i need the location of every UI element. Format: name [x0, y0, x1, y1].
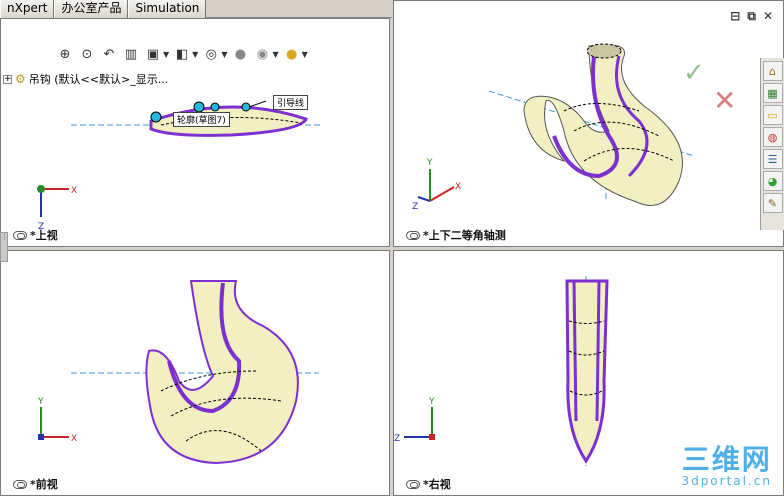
confirm-check-icon[interactable]: ✓ [683, 58, 705, 88]
part-icon: ⚙ [15, 72, 26, 86]
minimize-button[interactable]: ⊟ [730, 9, 740, 24]
svg-text:X: X [71, 186, 77, 196]
zoom-fit-icon[interactable]: ⊕ [56, 46, 74, 62]
home-icon[interactable]: ⌂ [762, 61, 783, 81]
front-view-graphics: X Y [37, 280, 319, 465]
svg-text:Z: Z [394, 434, 400, 444]
part-label: 吊钩 (默认<<默认>_显示... [28, 73, 169, 86]
command-tab-strip: nXpert 办公室产品 Simulation [0, 0, 392, 18]
display-style-icon[interactable]: ◧ [173, 46, 191, 62]
svg-text:X: X [71, 434, 77, 444]
iso-view-graphics: X Y Z [412, 43, 695, 212]
triad-front: X Y [37, 397, 77, 444]
view-label-top: *上视 [13, 227, 58, 243]
triad-top: X Z [37, 185, 77, 232]
point-marker [241, 102, 251, 112]
link-view-icon[interactable] [406, 230, 420, 240]
heads-up-toolbar: ⊕ ⊙ ↶ ▥ ▣ ▼ ◧ ▼ ◎ ▼ ● ◉ ▼ ● ▼ [56, 45, 308, 63]
resources-icon[interactable]: ▦ [762, 83, 783, 103]
svg-text:X: X [455, 182, 461, 192]
section-view-icon[interactable]: ▥ [122, 46, 140, 62]
svg-text:Y: Y [37, 397, 44, 407]
cancel-x-icon[interactable]: ✕ [713, 84, 736, 117]
feature-tree-root[interactable]: + ⚙ 吊钩 (默认<<默认>_显示... [3, 71, 168, 87]
callout-profile: 轮廓(草图7) [173, 112, 230, 127]
apply-scene-icon[interactable]: ◉ [253, 46, 271, 62]
appearance-icon[interactable]: ◕ [762, 171, 783, 191]
triad-iso: X Y Z [412, 158, 461, 212]
point-marker [210, 102, 220, 112]
view-label-isometric: *上下二等角轴测 [406, 227, 506, 243]
custom-props-icon[interactable]: ✎ [762, 193, 783, 213]
link-view-icon[interactable] [406, 479, 420, 489]
callout-guide-line: 引导线 [273, 95, 309, 110]
hide-show-icon[interactable]: ◎ [202, 46, 220, 62]
triad-right: Z Y [394, 397, 435, 444]
task-pane-tabs: ⌂ ▦ ▭ ◍ ☰ ◕ ✎ [760, 58, 784, 230]
previous-view-icon[interactable]: ↶ [100, 46, 118, 62]
render-tools-icon[interactable]: ● [283, 46, 301, 62]
viewport-isometric[interactable]: X Y Z ⊟ ⧉ ✕ *上下二等角轴测 [393, 0, 784, 247]
watermark: 三维网 3dportal.cn [681, 443, 772, 489]
view-orientation-icon[interactable]: ▣ [144, 46, 162, 62]
point-marker [150, 111, 162, 123]
folder-icon[interactable]: ▭ [762, 105, 783, 125]
panel-grip-handle[interactable]: ⋮ [0, 232, 8, 262]
window-controls: ⊟ ⧉ ✕ [730, 9, 773, 24]
close-button[interactable]: ✕ [763, 9, 773, 24]
leader-line [248, 100, 267, 108]
view-label-front: *前视 [13, 476, 58, 492]
design-library-icon[interactable]: ◍ [762, 127, 783, 147]
viewport-front[interactable]: X Y *前视 [0, 250, 390, 496]
tab-office-products[interactable]: 办公室产品 [54, 0, 129, 18]
viewport-top[interactable]: X Z ⊕ ⊙ ↶ ▥ ▣ ▼ ◧ ▼ ◎ ▼ ● ◉ ▼ ● ▼ + ⚙ 吊钩 (默认<… [0, 18, 390, 247]
properties-icon[interactable]: ☰ [762, 149, 783, 169]
restore-button[interactable]: ⧉ [747, 9, 756, 24]
svg-text:Y: Y [428, 397, 435, 407]
edit-appearance-icon[interactable]: ● [231, 46, 249, 62]
view-label-right: *右视 [406, 476, 451, 492]
link-view-icon[interactable] [13, 479, 27, 489]
tab-simulation[interactable]: Simulation [128, 0, 207, 18]
tree-expand-icon[interactable]: + [3, 74, 12, 84]
point-marker [193, 101, 205, 113]
link-view-icon[interactable] [13, 230, 27, 240]
svg-text:Y: Y [426, 158, 433, 168]
zoom-area-icon[interactable]: ⊙ [78, 46, 96, 62]
svg-text:Z: Z [412, 202, 418, 212]
tab-simulationxpert[interactable]: nXpert [0, 0, 55, 18]
